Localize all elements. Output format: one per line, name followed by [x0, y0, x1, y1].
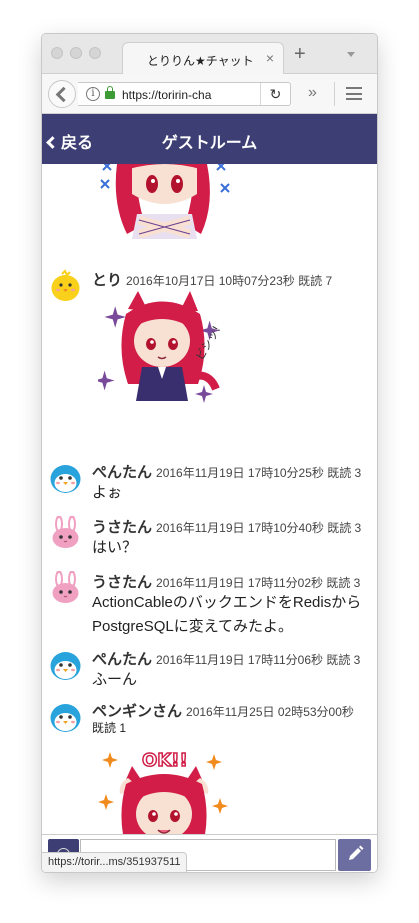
message-meta: 2016年11月25日 02時53分00秒: [186, 705, 354, 719]
tab-strip: とりりん★チャット × +: [42, 34, 377, 75]
message-meta: 2016年10月17日 10時07分23秒 既読 7: [126, 274, 333, 288]
sender-name: ペンギンさん 2016年11月25日 02時53分00秒: [92, 703, 354, 720]
app-header: 戻る ゲストルーム: [42, 114, 377, 164]
reload-icon[interactable]: ↻: [260, 83, 290, 105]
sticker-ok: OK!!: [98, 749, 228, 834]
sender-name: うさたん 2016年11月19日 17時10分40秒 既読 3: [92, 519, 362, 536]
message-meta: 2016年11月19日 17時11分02秒 既読 3: [156, 576, 361, 590]
info-icon[interactable]: i: [86, 87, 100, 101]
message-text: ActionCableのバックエンドをRedisからPostgreSQLに変えて…: [92, 594, 362, 635]
toolbar-overflow-icon[interactable]: »: [308, 84, 317, 102]
sender-name: ぺんたん 2016年11月19日 17時10分25秒 既読 3: [92, 464, 362, 481]
penguin-icon: [50, 465, 81, 493]
url-text[interactable]: https://toririn-cha: [122, 88, 252, 102]
message-text: よぉ: [92, 484, 123, 501]
tab-active[interactable]: とりりん★チャット ×: [122, 42, 284, 75]
sender-name: ぺんたん 2016年11月19日 17時11分06秒 既読 3: [92, 651, 361, 668]
sticker-ok-text: OK!!: [142, 750, 188, 771]
message-text: はい？: [92, 539, 138, 556]
close-window-button[interactable]: [51, 47, 63, 59]
browser-back-button[interactable]: [48, 80, 76, 108]
browser-window: とりりん★チャット × + i https://toririn-cha ↻ » …: [41, 33, 378, 873]
chick-icon: [51, 269, 80, 301]
sticker-pose: ビシッ!: [98, 291, 223, 403]
lock-icon: [105, 86, 115, 99]
read-count: 既読 1: [92, 721, 127, 735]
url-bar[interactable]: i https://toririn-cha ↻: [78, 82, 291, 106]
sticker-crossed-arms: [100, 164, 230, 239]
message-text: ふーん: [92, 671, 138, 688]
message-meta: 2016年11月19日 17時10分40秒 既読 3: [156, 521, 362, 535]
toolbar-divider: [334, 82, 335, 106]
zoom-window-button[interactable]: [89, 47, 101, 59]
minimize-window-button[interactable]: [70, 47, 82, 59]
message-meta: 2016年11月19日 17時11分06秒 既読 3: [156, 653, 361, 667]
rabbit-icon: [52, 571, 79, 603]
send-button[interactable]: [338, 839, 371, 871]
pencil-icon: [349, 845, 364, 860]
new-tab-button[interactable]: +: [294, 44, 306, 64]
room-title: ゲストルーム: [161, 135, 258, 152]
penguin-icon: [50, 652, 81, 680]
tab-list-chevron-icon[interactable]: [347, 52, 355, 57]
link-status-url: https://torir...ms/351937511: [42, 852, 188, 872]
chat-message-list[interactable]: とり 2016年10月17日 10時07分23秒 既読 7 ビシッ! ぺんたん …: [42, 164, 377, 834]
tab-close-icon[interactable]: ×: [266, 50, 274, 66]
hamburger-menu-icon[interactable]: [346, 87, 362, 100]
sender-name: うさたん 2016年11月19日 17時11分02秒 既読 3: [92, 574, 361, 591]
tab-title: とりりん★チャット: [147, 54, 254, 68]
sender-name: とり 2016年10月17日 10時07分23秒 既読 7: [92, 272, 333, 289]
penguin-icon: [50, 704, 81, 732]
navigation-toolbar: i https://toririn-cha ↻ »: [42, 74, 377, 114]
message-meta: 2016年11月19日 17時10分25秒 既読 3: [156, 466, 362, 480]
rabbit-icon: [52, 516, 79, 548]
